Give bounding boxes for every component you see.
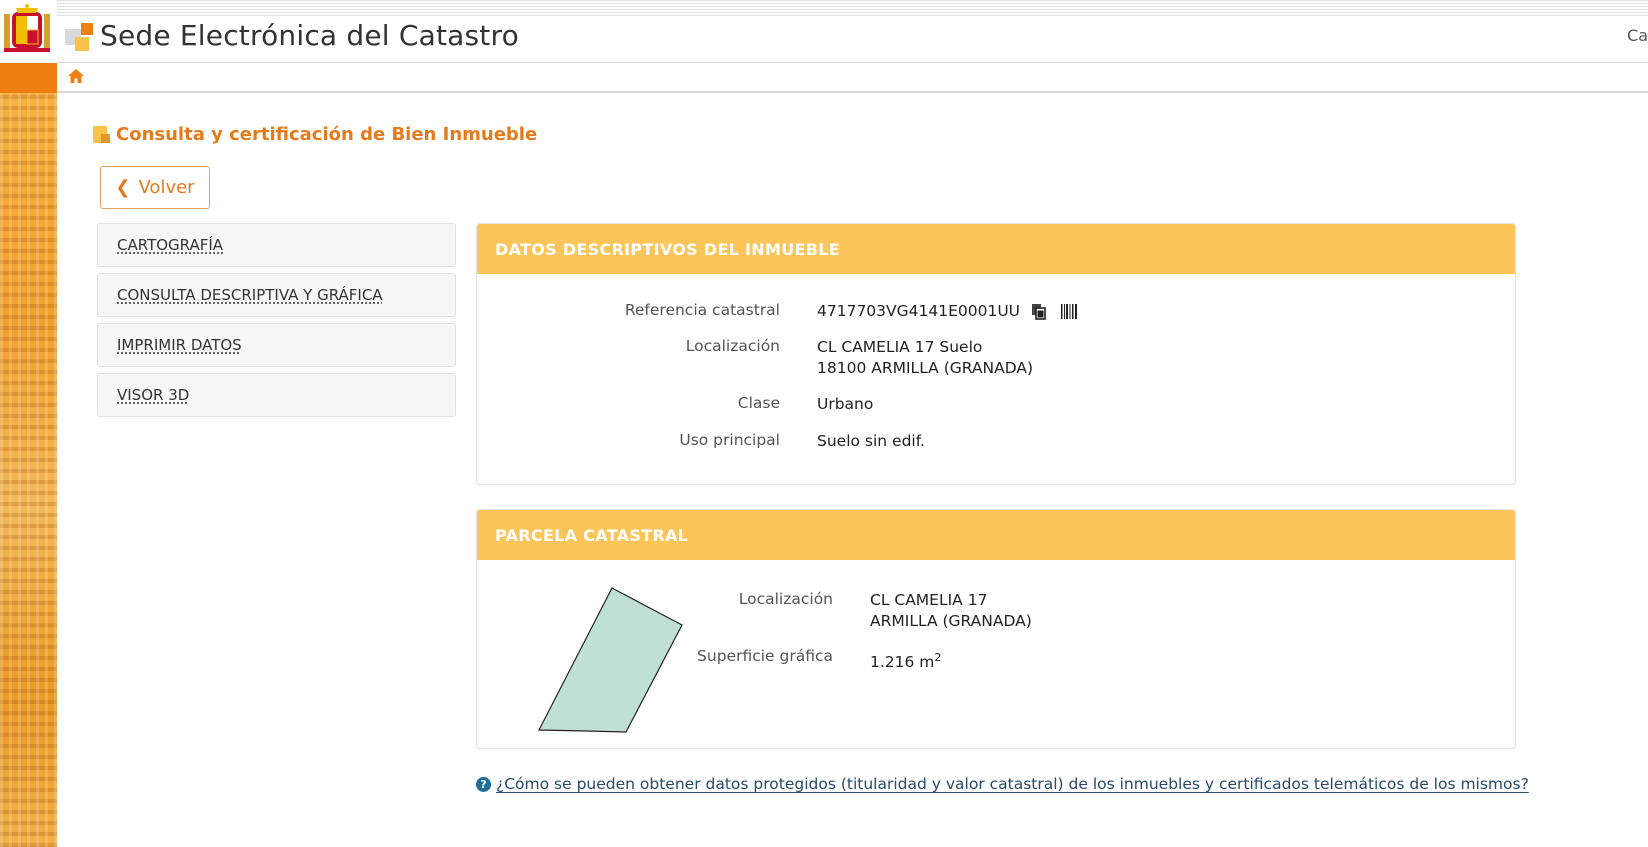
site-header: Sede Electrónica del Catastro Ca [57, 16, 1648, 63]
ref-catastral-value: 4717703VG4141E0001UU [817, 302, 1021, 320]
datos-protegidos-link[interactable]: ¿Cómo se pueden obtener datos protegidos… [496, 775, 1529, 793]
side-menu-item-imprimir-datos[interactable]: IMPRIMIR DATOS [97, 323, 456, 367]
catastro-logo-icon[interactable] [65, 23, 93, 51]
side-menu-item-visor-3d[interactable]: VISOR 3D [97, 373, 456, 417]
ref-catastral-row: Referencia catastral 4717703VG4141E0001U… [477, 301, 1078, 322]
side-menu-item-cartografia[interactable]: CARTOGRAFÍA [97, 223, 456, 267]
header-stripes [57, 0, 1648, 16]
orange-band [0, 63, 57, 93]
clase-label: Clase [737, 394, 780, 412]
panel-title: PARCELA CATASTRAL [495, 525, 689, 545]
back-button-label: Volver [138, 177, 195, 198]
question-circle-icon: ? [476, 776, 491, 792]
side-menu: CARTOGRAFÍA CONSULTA DESCRIPTIVA Y GRÁFI… [97, 223, 456, 423]
clase-value: Urbano [817, 395, 874, 413]
superficie-value: 1.216 m [870, 653, 935, 672]
parcela-localizacion-line-1: CL CAMELIA 17 [870, 591, 988, 609]
copy-icon[interactable] [1031, 303, 1047, 320]
site-title[interactable]: Sede Electrónica del Catastro [100, 19, 519, 52]
panel-header: DATOS DESCRIPTIVOS DEL INMUEBLE [477, 224, 1515, 274]
clase-row: Clase Urbano [477, 394, 874, 415]
localizacion-line-2: 18100 ARMILLA (GRANADA) [817, 359, 1034, 377]
barcode-icon[interactable] [1060, 303, 1078, 320]
parcela-localizacion-row: Localización CL CAMELIA 17 ARMILLA (GRAN… [477, 590, 1032, 632]
section-icon [93, 126, 110, 143]
localizacion-row: Localización CL CAMELIA 17 Suelo 18100 A… [477, 337, 1033, 379]
nav-bar [57, 63, 1648, 93]
help-line: ? ¿Cómo se pueden obtener datos protegid… [476, 775, 1529, 793]
page-heading: Consulta y certificación de Bien Inmuebl… [93, 124, 537, 145]
header-right-text[interactable]: Ca [1627, 26, 1648, 45]
page-title: Consulta y certificación de Bien Inmuebl… [116, 124, 538, 145]
spain-coat-of-arms-icon [4, 4, 50, 52]
home-icon[interactable] [67, 67, 85, 85]
parcela-localizacion-line-2: ARMILLA (GRANADA) [870, 612, 1032, 630]
city-background-image [0, 93, 57, 847]
left-decorative-strip [0, 0, 57, 847]
uso-principal-value: Suelo sin edif. [817, 432, 925, 450]
panel-title: DATOS DESCRIPTIVOS DEL INMUEBLE [495, 239, 840, 259]
localizacion-line-1: CL CAMELIA 17 Suelo [817, 338, 983, 356]
parcela-localizacion-label: Localización [738, 590, 833, 608]
uso-principal-row: Uso principal Suelo sin edif. [477, 431, 925, 452]
superficie-unit-superscript: 2 [934, 651, 942, 664]
localizacion-label: Localización [685, 337, 780, 355]
datos-descriptivos-panel: DATOS DESCRIPTIVOS DEL INMUEBLE Referenc… [476, 223, 1516, 485]
parcela-catastral-panel: PARCELA CATASTRAL Localización CL CAMELI… [476, 509, 1516, 749]
uso-principal-label: Uso principal [679, 431, 780, 449]
ref-catastral-label: Referencia catastral [624, 301, 780, 319]
superficie-row: Superficie gráfica 1.216 m2 [477, 647, 941, 673]
panel-header: PARCELA CATASTRAL [477, 510, 1515, 560]
superficie-label: Superficie gráfica [697, 647, 833, 665]
side-menu-item-consulta-descriptiva[interactable]: CONSULTA DESCRIPTIVA Y GRÁFICA [97, 273, 456, 317]
chevron-left-icon: ❮ [115, 177, 131, 198]
back-button[interactable]: ❮ Volver [100, 166, 210, 209]
